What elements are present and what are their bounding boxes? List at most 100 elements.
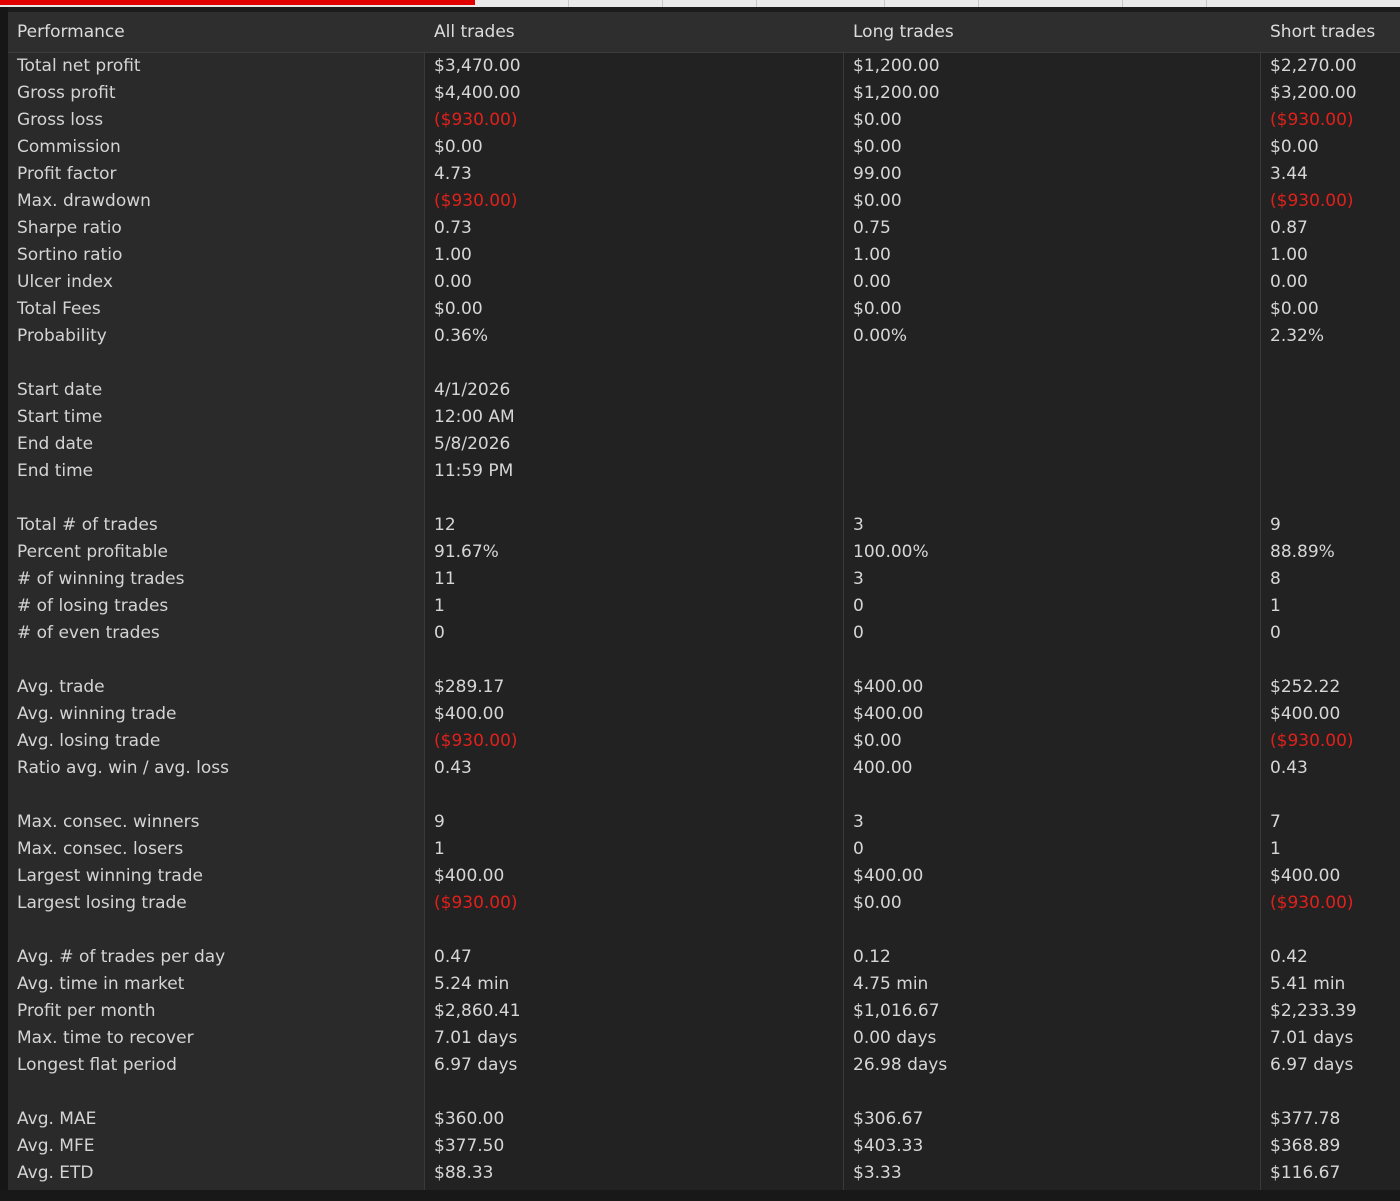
row-label: Max. drawdown bbox=[17, 191, 151, 211]
short-trades-value: 0 bbox=[1270, 623, 1281, 643]
table-row[interactable]: Total # of trades 12 3 9 bbox=[8, 512, 1400, 539]
all-trades-value: $0.00 bbox=[434, 299, 483, 319]
row-label: Sortino ratio bbox=[17, 245, 123, 265]
all-trades-value: 12 bbox=[434, 515, 456, 535]
short-trades-value: $400.00 bbox=[1270, 866, 1341, 886]
short-trades-value: 0.00 bbox=[1270, 272, 1308, 292]
table-row[interactable]: # of losing trades 1 0 1 bbox=[8, 593, 1400, 620]
table-row[interactable]: # of winning trades 11 3 8 bbox=[8, 566, 1400, 593]
table-row[interactable]: Max. time to recover 7.01 days 0.00 days 7.… bbox=[8, 1025, 1400, 1052]
table-row[interactable]: Start time 12:00 AM bbox=[8, 404, 1400, 431]
table-row[interactable]: Sortino ratio 1.00 1.00 1.00 bbox=[8, 242, 1400, 269]
all-trades-value: $400.00 bbox=[434, 866, 505, 886]
table-row[interactable]: Gross profit $4,400.00 $1,200.00 $3,200.00 bbox=[8, 80, 1400, 107]
long-trades-value: 0.00 bbox=[853, 272, 891, 292]
long-trades-value: $0.00 bbox=[853, 191, 902, 211]
row-label: End time bbox=[17, 461, 94, 481]
row-label: Avg. MAE bbox=[17, 1109, 97, 1129]
long-trades-value: 0 bbox=[853, 596, 864, 616]
table-row[interactable]: Start date 4/1/2026 bbox=[8, 377, 1400, 404]
all-trades-value: $0.00 bbox=[434, 137, 483, 157]
table-row[interactable]: Percent profitable 91.67% 100.00% 88.89% bbox=[8, 539, 1400, 566]
table-row[interactable]: Probability 0.36% 0.00% 2.32% bbox=[8, 323, 1400, 350]
table-row[interactable]: Largest winning trade $400.00 $400.00 $400.… bbox=[8, 863, 1400, 890]
table-row[interactable]: Avg. winning trade $400.00 $400.00 $400.00 bbox=[8, 701, 1400, 728]
all-trades-value: $360.00 bbox=[434, 1109, 505, 1129]
table-row[interactable]: Total net profit $3,470.00 $1,200.00 $2,270… bbox=[8, 53, 1400, 80]
header-all-trades[interactable]: All trades bbox=[434, 12, 515, 52]
row-label: # of losing trades bbox=[17, 596, 169, 616]
row-label: Longest flat period bbox=[17, 1055, 177, 1075]
table-row[interactable]: Ulcer index 0.00 0.00 0.00 bbox=[8, 269, 1400, 296]
table-row[interactable]: Avg. ETD $88.33 $3.33 $116.67 bbox=[8, 1160, 1400, 1187]
all-trades-value: 11:59 PM bbox=[434, 461, 514, 481]
all-trades-value: 7.01 days bbox=[434, 1028, 518, 1048]
header-long-trades[interactable]: Long trades bbox=[853, 12, 954, 52]
short-trades-value: $2,233.39 bbox=[1270, 1001, 1357, 1021]
all-trades-value: $400.00 bbox=[434, 704, 505, 724]
table-row[interactable]: Avg. MAE $360.00 $306.67 $377.78 bbox=[8, 1106, 1400, 1133]
row-label: Ulcer index bbox=[17, 272, 113, 292]
all-trades-value: 11 bbox=[434, 569, 456, 589]
table-row[interactable]: # of even trades 0 0 0 bbox=[8, 620, 1400, 647]
long-trades-value: 400.00 bbox=[853, 758, 913, 778]
short-trades-value: $0.00 bbox=[1270, 137, 1319, 157]
long-trades-value: $0.00 bbox=[853, 731, 902, 751]
table-row[interactable]: Gross loss ($930.00) $0.00 ($930.00) bbox=[8, 107, 1400, 134]
row-label: Ratio avg. win / avg. loss bbox=[17, 758, 229, 778]
long-trades-value: 3 bbox=[853, 569, 864, 589]
row-label: Sharpe ratio bbox=[17, 218, 122, 238]
all-trades-value: $3,470.00 bbox=[434, 56, 521, 76]
all-trades-value: ($930.00) bbox=[434, 110, 518, 130]
table-row[interactable]: Max. consec. winners 9 3 7 bbox=[8, 809, 1400, 836]
top-tab-strip bbox=[0, 0, 1400, 7]
table-row[interactable]: Profit factor 4.73 99.00 3.44 bbox=[8, 161, 1400, 188]
table-row[interactable]: Max. consec. losers 1 0 1 bbox=[8, 836, 1400, 863]
short-trades-value: $400.00 bbox=[1270, 704, 1341, 724]
table-row[interactable]: End time 11:59 PM bbox=[8, 458, 1400, 485]
row-label: Max. consec. losers bbox=[17, 839, 184, 859]
table-row[interactable]: Largest losing trade ($930.00) $0.00 ($930.… bbox=[8, 890, 1400, 917]
all-trades-value: 0.73 bbox=[434, 218, 472, 238]
table-row[interactable]: Total Fees $0.00 $0.00 $0.00 bbox=[8, 296, 1400, 323]
all-trades-value: 91.67% bbox=[434, 542, 499, 562]
long-trades-value: $400.00 bbox=[853, 704, 924, 724]
table-row[interactable]: Avg. trade $289.17 $400.00 $252.22 bbox=[8, 674, 1400, 701]
table-row[interactable]: Longest flat period 6.97 days 26.98 days 6.… bbox=[8, 1052, 1400, 1079]
short-trades-value: 1.00 bbox=[1270, 245, 1308, 265]
long-trades-value: 26.98 days bbox=[853, 1055, 948, 1075]
short-trades-value: 0.87 bbox=[1270, 218, 1308, 238]
table-row[interactable]: Max. drawdown ($930.00) $0.00 ($930.00) bbox=[8, 188, 1400, 215]
tab-divider bbox=[978, 0, 979, 7]
tab-divider bbox=[568, 0, 569, 7]
long-trades-value: 100.00% bbox=[853, 542, 929, 562]
header-performance[interactable]: Performance bbox=[17, 12, 125, 52]
short-trades-value: 7 bbox=[1270, 812, 1281, 832]
table-row[interactable]: Ratio avg. win / avg. loss 0.43 400.00 0.43 bbox=[8, 755, 1400, 782]
tab-divider bbox=[1122, 0, 1123, 7]
row-label: Total Fees bbox=[17, 299, 101, 319]
table-row[interactable]: Profit per month $2,860.41 $1,016.67 $2,233… bbox=[8, 998, 1400, 1025]
table-row[interactable]: Avg. losing trade ($930.00) $0.00 ($930.00) bbox=[8, 728, 1400, 755]
long-trades-value: 0.00 days bbox=[853, 1028, 937, 1048]
long-trades-value: 0 bbox=[853, 839, 864, 859]
table-row[interactable]: Commission $0.00 $0.00 $0.00 bbox=[8, 134, 1400, 161]
table-row[interactable]: Avg. MFE $377.50 $403.33 $368.89 bbox=[8, 1133, 1400, 1160]
performance-summary-grid: Performance All trades Long trades Short… bbox=[8, 12, 1400, 1190]
table-row[interactable]: End date 5/8/2026 bbox=[8, 431, 1400, 458]
header-short-trades[interactable]: Short trades bbox=[1270, 12, 1375, 52]
long-trades-value: 99.00 bbox=[853, 164, 902, 184]
short-trades-value: 8 bbox=[1270, 569, 1281, 589]
row-label: Avg. MFE bbox=[17, 1136, 95, 1156]
table-row[interactable]: Avg. time in market 5.24 min 4.75 min 5.41 … bbox=[8, 971, 1400, 998]
short-trades-value: $3,200.00 bbox=[1270, 83, 1357, 103]
all-trades-value: 0.00 bbox=[434, 272, 472, 292]
table-row[interactable]: Avg. # of trades per day 0.47 0.12 0.42 bbox=[8, 944, 1400, 971]
row-label: Largest losing trade bbox=[17, 893, 187, 913]
short-trades-value: 7.01 days bbox=[1270, 1028, 1354, 1048]
table-row[interactable]: Sharpe ratio 0.73 0.75 0.87 bbox=[8, 215, 1400, 242]
